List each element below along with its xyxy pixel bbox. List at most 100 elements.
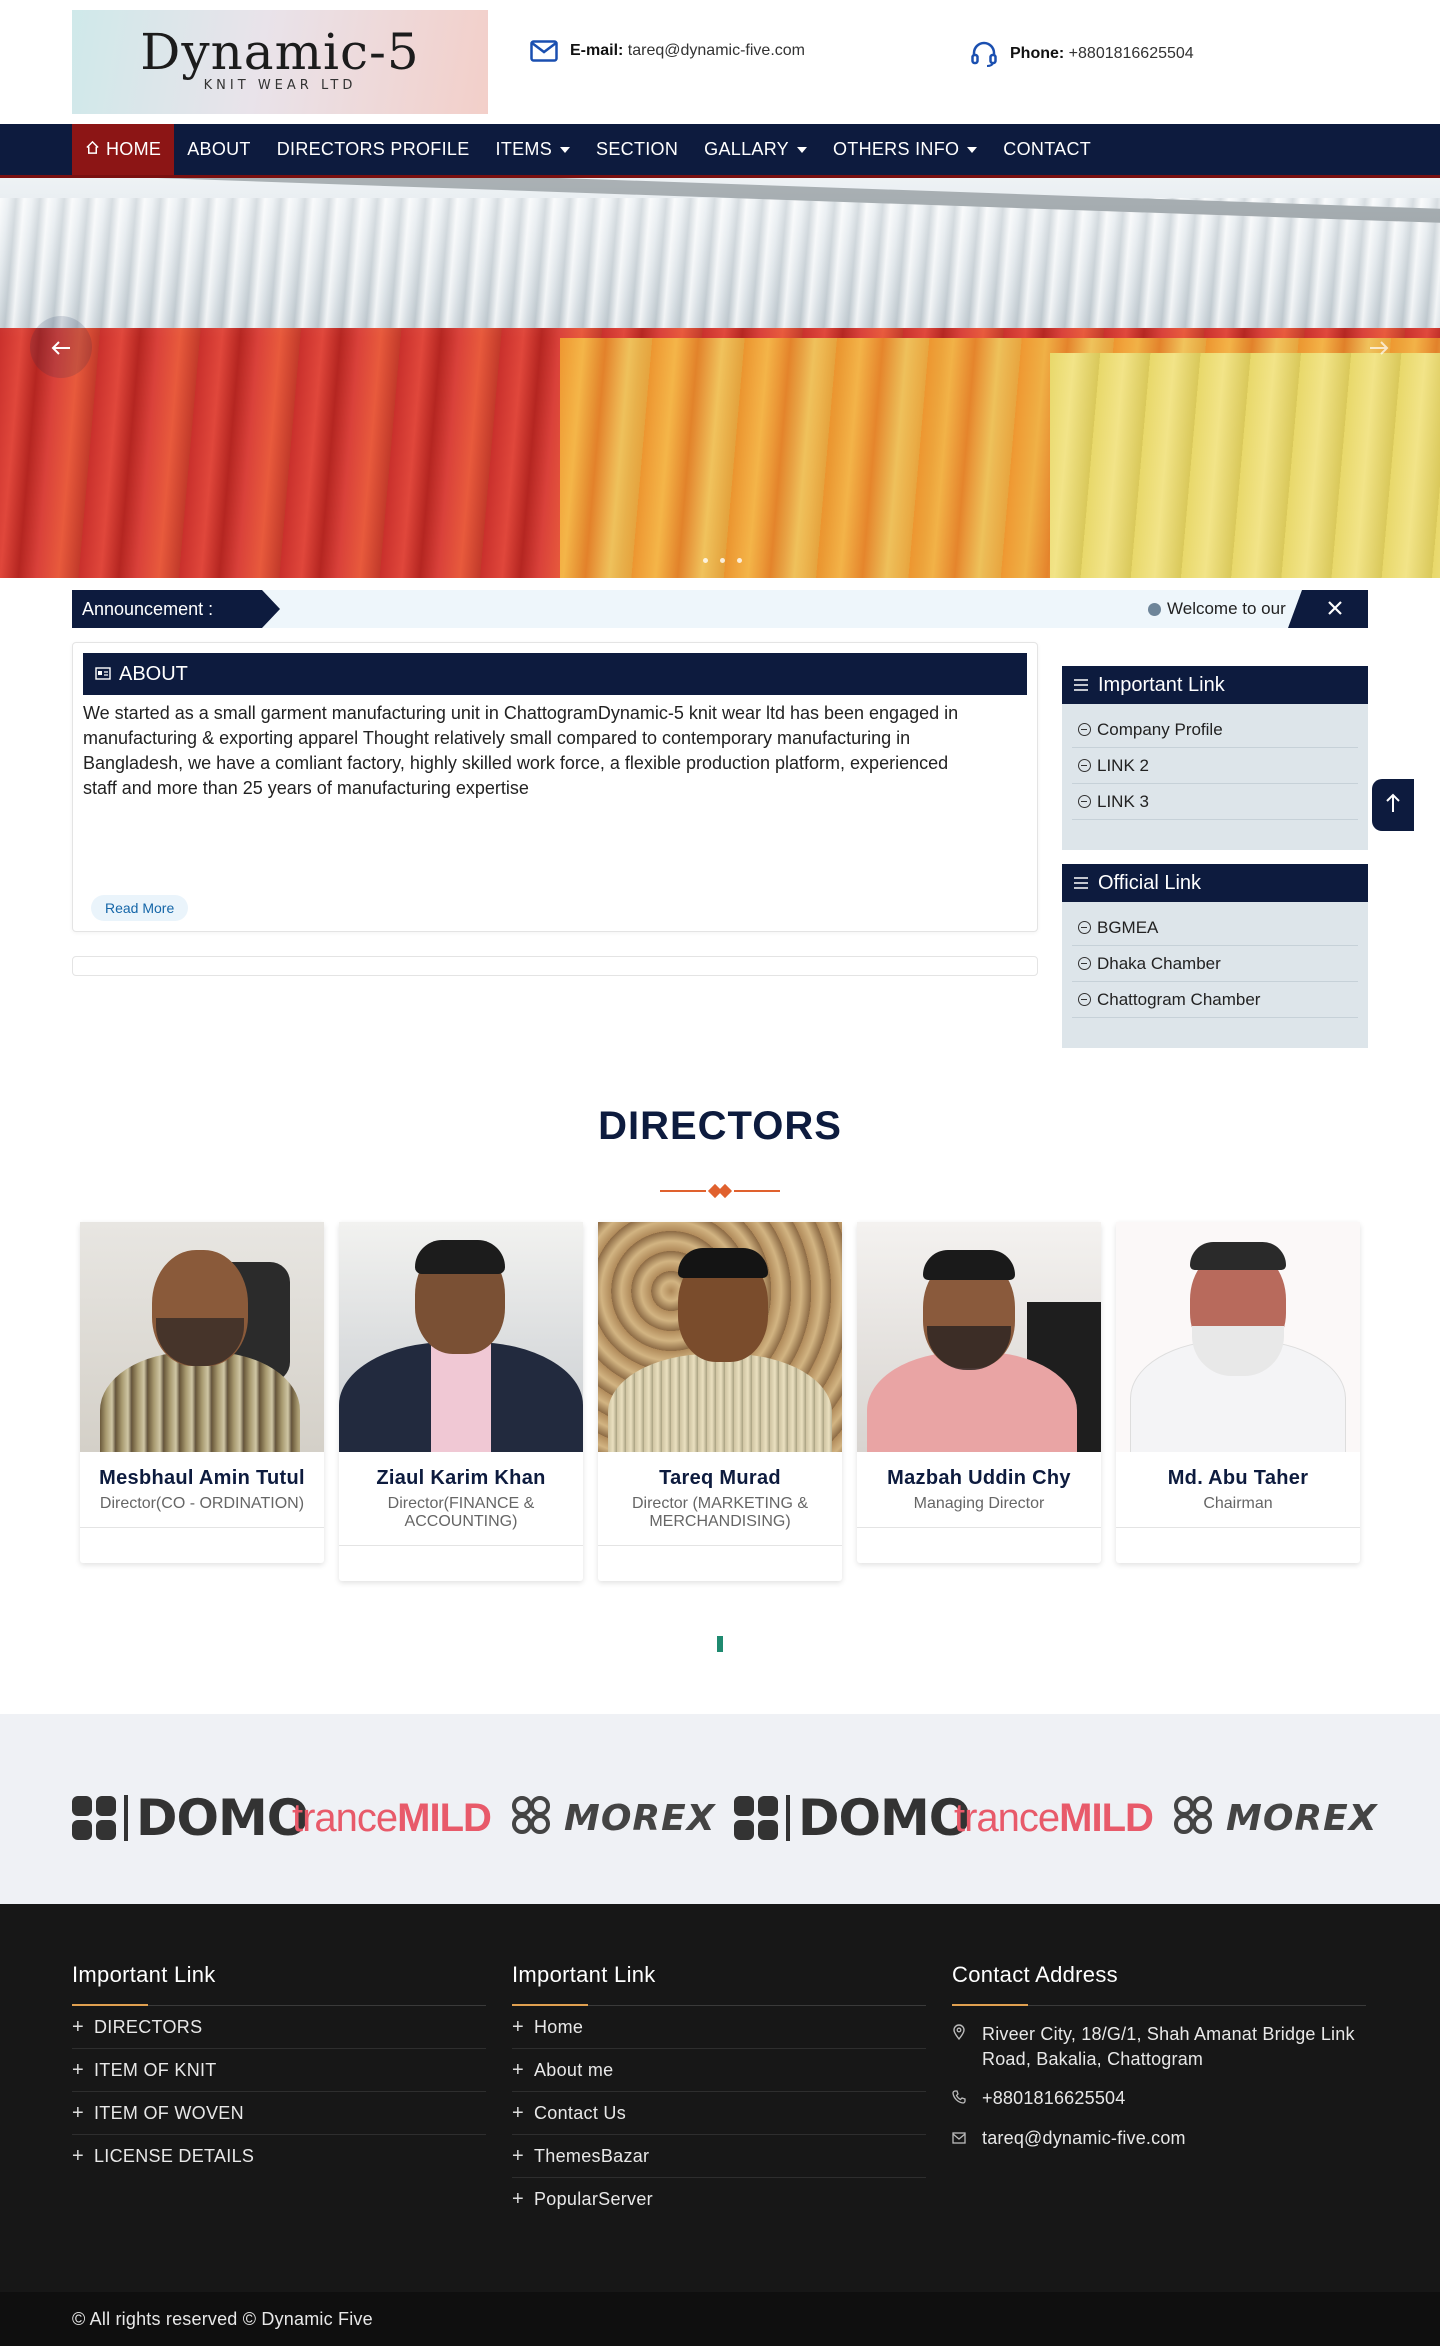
footer-link[interactable]: + ThemesBazar xyxy=(512,2135,926,2178)
slider-dot[interactable] xyxy=(703,558,708,563)
director-card-footer xyxy=(339,1545,583,1581)
important-link-item[interactable]: Company Profile xyxy=(1072,712,1358,748)
header-phone: Phone: +8801816625504 xyxy=(970,40,1194,68)
footer-col-contact: Contact Address Riveer City, 18/G/1, Sha… xyxy=(952,1962,1366,2152)
director-card-footer xyxy=(598,1545,842,1581)
phone-text: +8801816625504 xyxy=(982,2088,1126,2108)
footer-phone[interactable]: +8801816625504 xyxy=(952,2086,1366,2112)
footer-link[interactable]: + LICENSE DETAILS xyxy=(72,2135,486,2178)
nav-directors-profile[interactable]: DIRECTORS PROFILE xyxy=(264,124,483,175)
important-link-box: Important Link Company Profile LINK 2 LI… xyxy=(1062,666,1368,850)
nav-section[interactable]: SECTION xyxy=(583,124,691,175)
brand-logo-morex[interactable]: MOREX xyxy=(512,1790,716,1846)
phone-icon xyxy=(952,2086,968,2112)
footer-link[interactable]: + DIRECTORS xyxy=(72,2006,486,2049)
link-label: LINK 3 xyxy=(1097,791,1149,811)
scroll-to-top-button[interactable] xyxy=(1372,779,1414,831)
arrow-up-icon xyxy=(1385,792,1401,819)
brand-logo-domo[interactable]: DOMO xyxy=(734,1789,971,1847)
id-card-icon xyxy=(95,663,111,686)
read-more-button[interactable]: Read More xyxy=(91,895,189,921)
plus-icon: + xyxy=(512,2144,524,2167)
headset-icon xyxy=(970,40,998,68)
about-line: We started as a small garment manufactur… xyxy=(83,703,959,723)
brand-logo-trancemild[interactable]: trance MILD xyxy=(954,1790,1154,1846)
official-link-item[interactable]: Dhaka Chamber xyxy=(1072,946,1358,982)
footer-email[interactable]: tareq@dynamic-five.com xyxy=(952,2126,1366,2152)
slide-overlay xyxy=(0,178,1440,578)
director-role: Director(FINANCE & ACCOUNTING) xyxy=(387,1495,535,1530)
logo-name: Dynamic-5 xyxy=(140,23,420,81)
minus-circle-icon xyxy=(1078,759,1091,772)
caret-down-icon xyxy=(967,146,978,153)
director-card[interactable]: Mesbhaul Amin Tutul Director(CO - ORDINA… xyxy=(80,1222,324,1563)
envelope-icon xyxy=(530,40,558,62)
slider-dot[interactable] xyxy=(720,558,725,563)
about-heading-bar: ABOUT xyxy=(83,653,1027,695)
slider-next-button[interactable] xyxy=(1348,316,1410,378)
plus-icon: + xyxy=(512,2058,524,2081)
phone-value[interactable]: +8801816625504 xyxy=(1069,45,1194,62)
director-name: Mesbhaul Amin Tutul xyxy=(99,1467,305,1489)
email-value[interactable]: tareq@dynamic-five.com xyxy=(628,42,805,59)
brand-name: DOMO xyxy=(136,1789,309,1847)
domo-logo-icon xyxy=(734,1796,778,1840)
important-link-item[interactable]: LINK 2 xyxy=(1072,748,1358,784)
director-card[interactable]: Md. Abu Taher Chairman xyxy=(1116,1222,1360,1563)
menu-icon xyxy=(1074,872,1088,895)
nav-gallary-label: GALLARY xyxy=(704,139,789,159)
director-card-footer xyxy=(1116,1527,1360,1563)
slider-prev-button[interactable] xyxy=(30,316,92,378)
nav-contact-label: CONTACT xyxy=(1003,139,1092,159)
director-card[interactable]: Tareq Murad Director (MARKETING & MERCHA… xyxy=(598,1222,842,1581)
nav-others-info[interactable]: OTHERS INFO xyxy=(820,124,990,175)
footer-link[interactable]: + Home xyxy=(512,2006,926,2049)
director-role: Managing Director xyxy=(913,1495,1045,1512)
nav-items[interactable]: ITEMS xyxy=(483,124,584,175)
footer-link[interactable]: + Contact Us xyxy=(512,2092,926,2135)
director-card-footer xyxy=(80,1527,324,1563)
carousel-indicator[interactable] xyxy=(717,1636,723,1652)
footer-link-label: ThemesBazar xyxy=(534,2145,650,2166)
brand-name-bold: MILD xyxy=(397,1795,492,1840)
about-heading: ABOUT xyxy=(119,662,188,685)
director-card[interactable]: Mazbah Uddin Chy Managing Director xyxy=(857,1222,1101,1563)
plus-icon: + xyxy=(512,2015,524,2038)
footer-link-label: Home xyxy=(534,2016,584,2037)
brand-logo-morex[interactable]: MOREX xyxy=(1174,1790,1378,1846)
company-logo[interactable]: Dynamic-5 KNIT WEAR LTD xyxy=(72,10,488,114)
brand-logo-trancemild[interactable]: trance MILD xyxy=(292,1790,492,1846)
nav-gallary[interactable]: GALLARY xyxy=(691,124,820,175)
copyright-bar: © All rights reserved © Dynamic Five xyxy=(0,2292,1440,2346)
director-photo xyxy=(1116,1222,1360,1452)
director-card[interactable]: Ziaul Karim Khan Director(FINANCE & ACCO… xyxy=(339,1222,583,1581)
director-photo xyxy=(857,1222,1101,1452)
link-label: Dhaka Chamber xyxy=(1097,953,1221,973)
footer-link[interactable]: + About me xyxy=(512,2049,926,2092)
hero-slider xyxy=(0,178,1440,578)
nav-about[interactable]: ABOUT xyxy=(174,124,264,175)
domo-logo-icon xyxy=(72,1796,116,1840)
footer-link[interactable]: + PopularServer xyxy=(512,2178,926,2221)
title-separator xyxy=(660,1183,780,1199)
nav-directors-label: DIRECTORS PROFILE xyxy=(276,139,470,159)
about-line: staff and more than 25 years of manufact… xyxy=(83,778,529,798)
footer-link[interactable]: + ITEM OF WOVEN xyxy=(72,2092,486,2135)
official-link-item[interactable]: BGMEA xyxy=(1072,910,1358,946)
footer-link-label: About me xyxy=(534,2059,614,2080)
announcement-close-button[interactable] xyxy=(1288,590,1368,628)
director-name: Ziaul Karim Khan xyxy=(376,1467,546,1489)
slider-dot[interactable] xyxy=(737,558,742,563)
official-link-item[interactable]: Chattogram Chamber xyxy=(1072,982,1358,1018)
footer-link[interactable]: + ITEM OF KNIT xyxy=(72,2049,486,2092)
important-link-item[interactable]: LINK 3 xyxy=(1072,784,1358,820)
brand-logo-domo[interactable]: DOMO xyxy=(72,1789,309,1847)
footer-address: Riveer City, 18/G/1, Shah Amanat Bridge … xyxy=(952,2022,1366,2072)
nav-home[interactable]: HOME xyxy=(72,124,175,175)
director-role: Chairman xyxy=(1203,1495,1273,1512)
caret-down-icon xyxy=(560,146,571,153)
nav-contact[interactable]: CONTACT xyxy=(990,124,1104,175)
brand-name: DOMO xyxy=(798,1789,971,1847)
nav-about-label: ABOUT xyxy=(187,139,251,159)
footer-link-label: LICENSE DETAILS xyxy=(94,2146,255,2166)
